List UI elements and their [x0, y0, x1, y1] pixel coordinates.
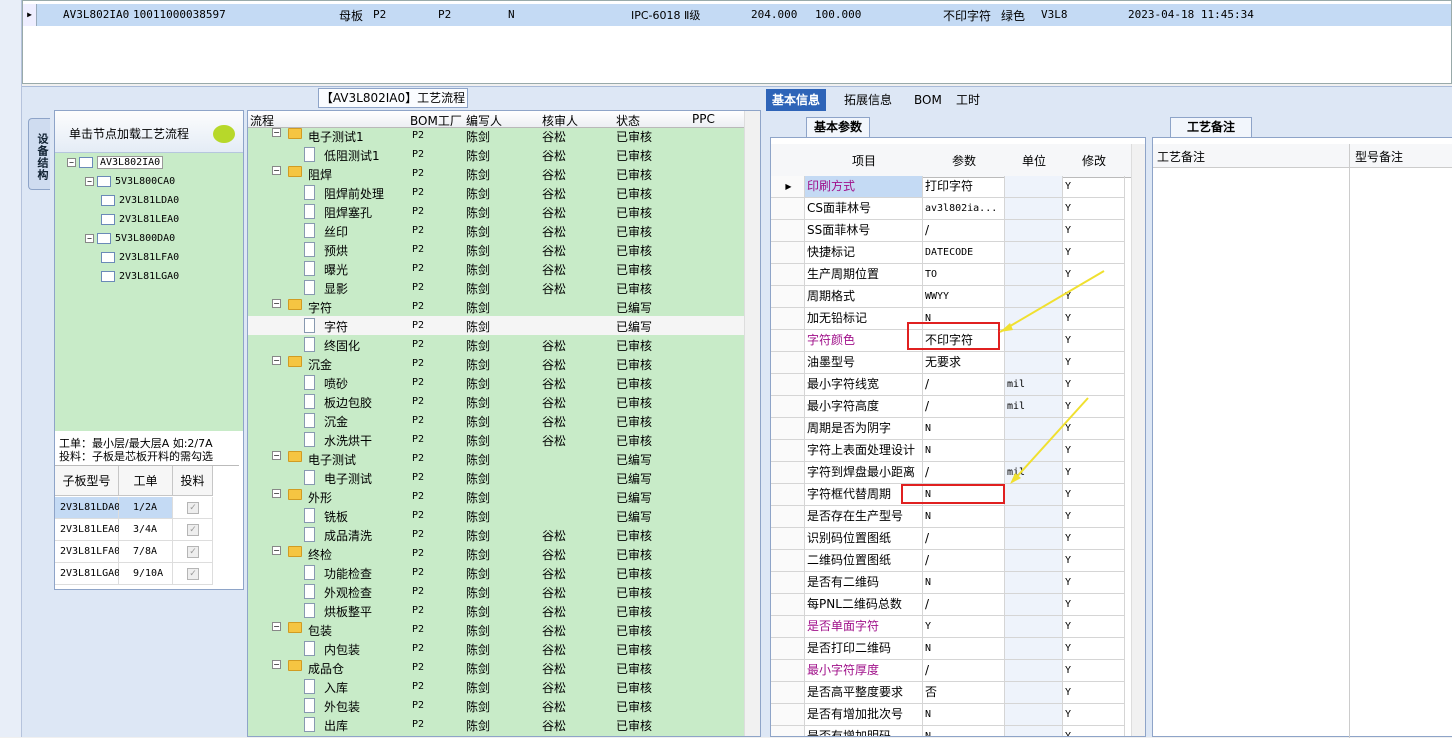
annotation-arrows	[999, 270, 1105, 484]
